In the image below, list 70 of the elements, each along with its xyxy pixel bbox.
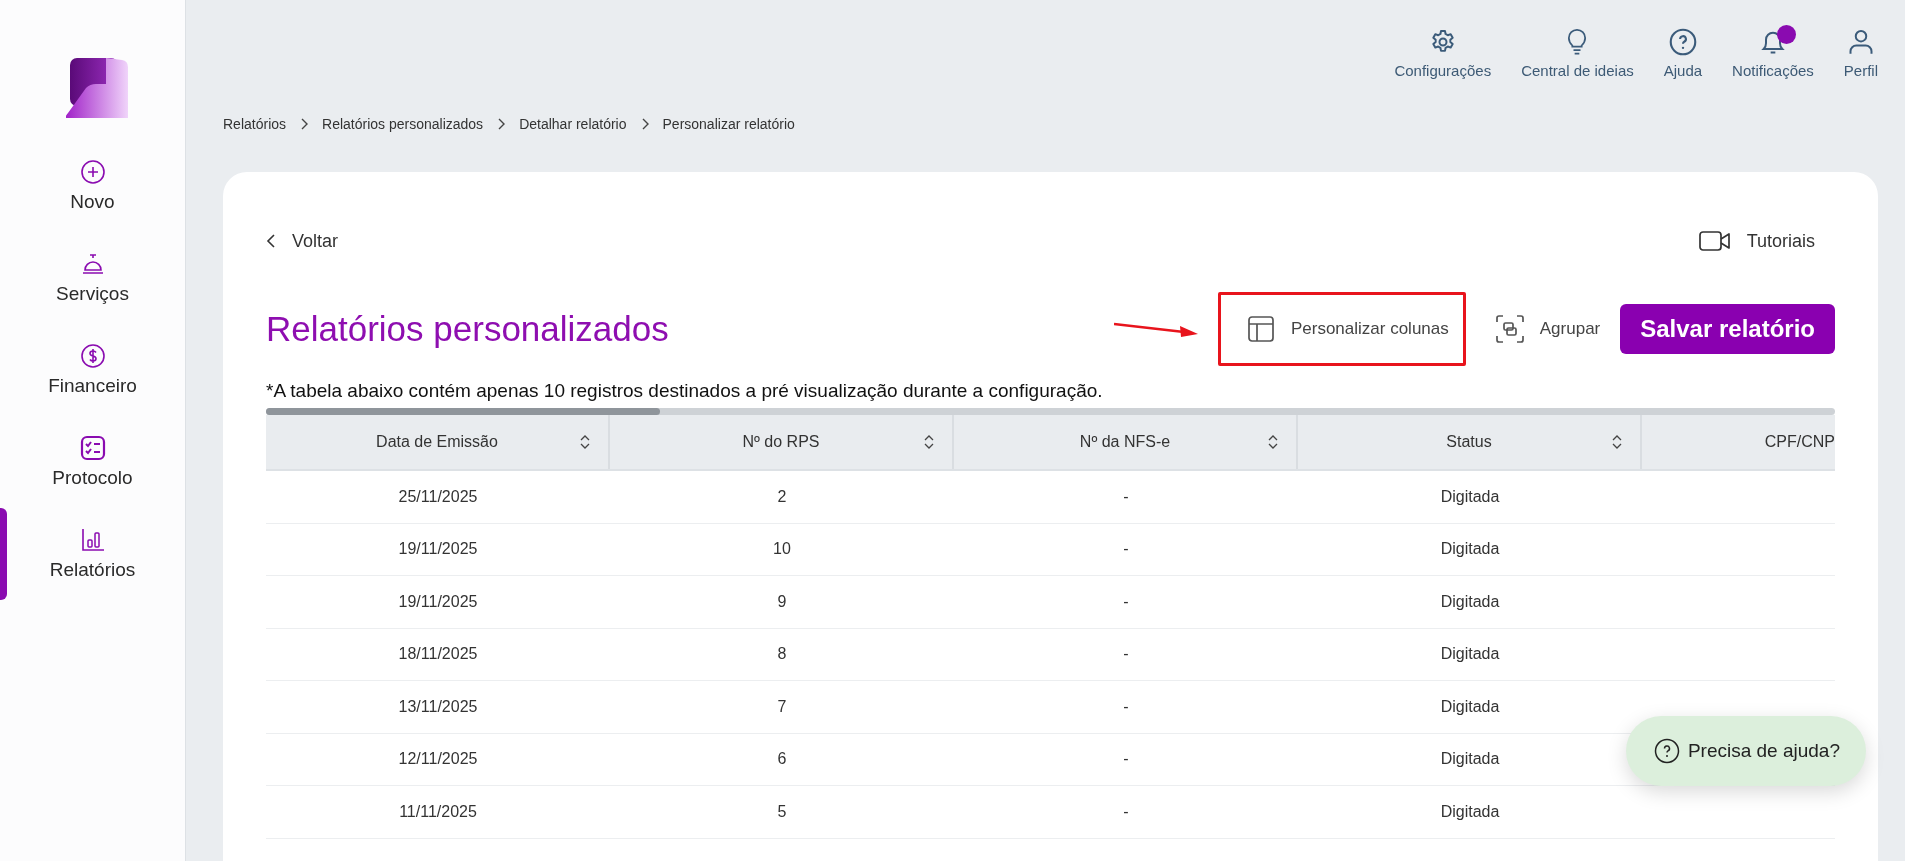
table-cell: 2: [777, 487, 787, 506]
columns-layout-icon: [1246, 315, 1275, 343]
chevron-left-icon: [266, 233, 276, 249]
table-cell: Digitada: [1440, 540, 1500, 559]
column-header[interactable]: Data de Emissão: [266, 415, 610, 469]
table-cell: Digitada: [1440, 592, 1500, 611]
table-cell: Digitada: [1440, 802, 1500, 821]
table-cell: Digitada: [1440, 645, 1500, 664]
table-cell: Digitada: [1440, 487, 1500, 506]
sidebar-item[interactable]: Protocolo: [0, 416, 185, 508]
chevron-right-icon: [640, 118, 649, 130]
checklist-icon: [79, 435, 106, 461]
breadcrumb-link[interactable]: Relatórios personalizados: [322, 116, 484, 132]
table-cell: 13/11/2025: [398, 697, 478, 716]
table-cell: -: [1123, 697, 1129, 716]
table-cell: 10: [773, 540, 791, 559]
table-cell: 9: [777, 592, 787, 611]
help-icon: [1653, 738, 1680, 764]
save-report-button[interactable]: Salvar relatório: [1620, 304, 1835, 354]
sidebar-item[interactable]: Relatórios: [0, 508, 185, 600]
table-cell: 19/11/2025: [398, 540, 478, 559]
header-link[interactable]: Perfil: [1843, 28, 1878, 88]
column-header[interactable]: Status: [1298, 415, 1642, 469]
sidebar-item[interactable]: Novo: [0, 140, 185, 232]
page-title: Relatórios personalizados: [266, 309, 669, 349]
header-link[interactable]: Notificações: [1732, 28, 1814, 88]
table-cell: -: [1123, 802, 1129, 821]
table-cell: 7: [777, 697, 787, 716]
video-camera-icon: [1698, 230, 1731, 252]
preview-note: *A tabela abaixo contém apenas 10 registros destinados a pré visualização durante a configuração.: [266, 380, 1104, 402]
table-cell: 11/11/2025: [399, 802, 477, 821]
logo-icon: [65, 58, 128, 120]
header-link[interactable]: Configurações: [1394, 28, 1492, 88]
column-header[interactable]: Nº da NFS-e: [954, 415, 1298, 469]
column-header[interactable]: CPF/CNP: [1642, 415, 1835, 469]
customize-columns-button[interactable]: Personalizar colunas: [1246, 315, 1449, 343]
breadcrumb-link[interactable]: Relatórios: [223, 116, 287, 132]
chevron-right-icon: [497, 118, 506, 130]
dollar-icon: [79, 343, 106, 369]
table-cell: 12/11/2025: [398, 750, 478, 769]
bar-chart-icon: [79, 527, 106, 553]
table-cell: 18/11/2025: [398, 645, 478, 664]
table-cell: -: [1123, 540, 1129, 559]
table-cell: -: [1123, 487, 1129, 506]
sidebar-item[interactable]: Financeiro: [0, 324, 185, 416]
back-link[interactable]: Voltar: [266, 230, 339, 252]
horizontal-scrollbar[interactable]: [266, 408, 1835, 415]
table-cell: 8: [777, 645, 787, 664]
help-icon: [1668, 28, 1697, 56]
header-link[interactable]: Central de ideias: [1521, 28, 1634, 88]
group-button[interactable]: Agrupar: [1495, 315, 1601, 343]
header-link[interactable]: Ajuda: [1663, 28, 1703, 88]
table-cell: 5: [777, 802, 787, 821]
table-cell: 6: [777, 750, 787, 769]
chevron-right-icon: [300, 118, 309, 130]
help-button[interactable]: Precisa de ajuda?: [1625, 716, 1866, 786]
tutorials-link[interactable]: Tutoriais: [1698, 230, 1815, 252]
plus-icon: [79, 159, 106, 185]
group-icon: [1495, 315, 1524, 343]
sidebar-item[interactable]: Serviços: [0, 232, 185, 324]
table-cell: Digitada: [1440, 697, 1500, 716]
breadcrumb-link[interactable]: Personalizar relatório: [662, 116, 795, 132]
breadcrumb-link[interactable]: Detalhar relatório: [519, 116, 627, 132]
column-header[interactable]: Nº do RPS: [610, 415, 954, 469]
table-cell: -: [1123, 592, 1129, 611]
table-cell: -: [1123, 645, 1129, 664]
table-cell: -: [1123, 750, 1129, 769]
table-cell: 25/11/2025: [398, 487, 478, 506]
table-cell: Digitada: [1440, 750, 1500, 769]
table-cell: 19/11/2025: [398, 592, 478, 611]
